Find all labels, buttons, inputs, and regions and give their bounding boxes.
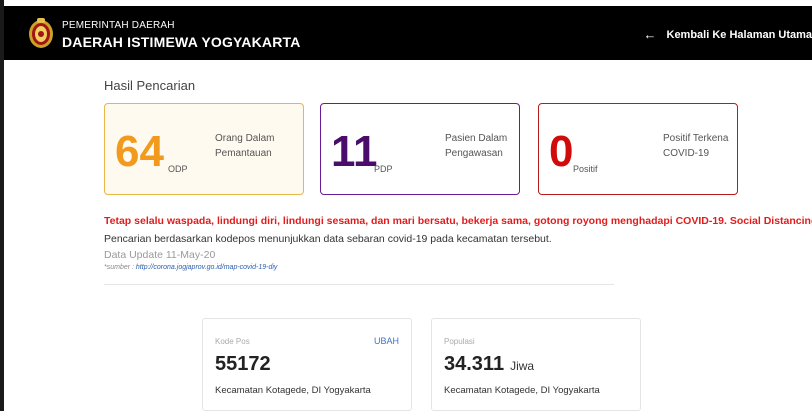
positive-description: Positif Terkena COVID-19 — [663, 133, 729, 159]
population-unit: Jiwa — [510, 359, 535, 373]
odp-count: 64 — [115, 127, 164, 176]
positive-count: 0 — [549, 127, 574, 176]
pdp-card: 11 PDP Pasien Dalam Pengawasan — [320, 103, 520, 195]
population-label: Populasi — [444, 337, 475, 346]
page: PEMERINTAH DAERAH DAERAH ISTIMEWA YOGYAK… — [0, 0, 812, 411]
data-update-date: Data Update 11-May-20 — [104, 249, 216, 261]
top-navbar: PEMERINTAH DAERAH DAERAH ISTIMEWA YOGYAK… — [4, 6, 812, 60]
pdp-count: 11 — [331, 127, 378, 176]
postal-code-district: Kecamatan Kotagede, DI Yogyakarta — [215, 385, 371, 396]
postal-code-value: 55172 — [215, 353, 271, 375]
section-divider — [104, 284, 614, 285]
back-to-home-label: Kembali Ke Halaman Utama — [666, 28, 812, 41]
source-link[interactable]: http://corona.jogjaprov.go.id/map-covid-… — [136, 264, 278, 271]
population-card: Populasi 34.311 Jiwa Kecamatan Kotagede, … — [431, 318, 641, 411]
warning-message: Tetap selalu waspada, lindungi diri, lin… — [104, 215, 812, 227]
gov-title-main: DAERAH ISTIMEWA YOGYAKARTA — [62, 34, 301, 50]
change-postal-code-button[interactable]: UBAH — [374, 336, 399, 346]
pdp-abbr: PDP — [374, 164, 393, 174]
population-district: Kecamatan Kotagede, DI Yogyakarta — [444, 385, 600, 396]
odp-description: Orang Dalam Pemantauan — [215, 133, 275, 159]
population-value: 34.311 — [444, 353, 505, 375]
back-to-home-link[interactable]: ← Kembali Ke Halaman Utama — [644, 27, 812, 42]
source-prefix: *sumber : — [104, 264, 136, 271]
page-title: Hasil Pencarian — [104, 78, 196, 93]
odp-abbr: ODP — [168, 164, 188, 174]
gov-title-small: PEMERINTAH DAERAH — [62, 20, 175, 31]
positive-card: 0 Positif Positif Terkena COVID-19 — [538, 103, 738, 195]
pdp-description: Pasien Dalam Pengawasan — [445, 133, 508, 159]
source-note: *sumber : http://corona.jogjaprov.go.id/… — [104, 264, 277, 271]
window-edge — [0, 0, 4, 411]
postal-code-label: Kode Pos — [215, 337, 250, 346]
positive-abbr: Positif — [573, 164, 598, 174]
arrow-left-icon: ← — [643, 27, 657, 42]
postal-code-card: Kode Pos UBAH 55172 Kecamatan Kotagede, … — [202, 318, 412, 411]
search-info-text: Pencarian berdasarkan kodepos menunjukka… — [104, 233, 552, 245]
diy-emblem-icon[interactable] — [24, 16, 58, 50]
odp-card: 64 ODP Orang Dalam Pemantauan — [104, 103, 304, 195]
population-value-row: 34.311 Jiwa — [444, 353, 534, 376]
